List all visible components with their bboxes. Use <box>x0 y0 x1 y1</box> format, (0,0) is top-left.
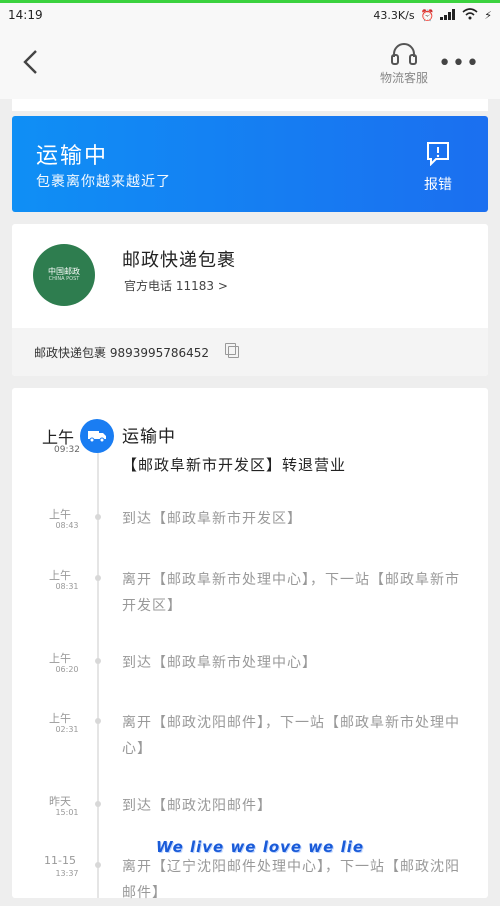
charging-icon: ⚡ <box>484 9 492 22</box>
report-error-button[interactable]: 报错 <box>420 140 456 194</box>
event-time: 08:31 <box>55 582 79 591</box>
more-dots-icon: ••• <box>438 51 480 76</box>
official-phone-label: 官方电话 11183 <box>124 279 214 293</box>
event-dot <box>95 862 101 868</box>
event-time: 15:01 <box>55 808 79 817</box>
alarm-icon: ⏰ <box>420 9 435 22</box>
nav-bar: 物流客服 ••• <box>0 29 500 99</box>
status-subtitle: 包裹离你越来越近了 <box>36 174 171 190</box>
carrier-name: 邮政快递包裹 <box>122 250 236 271</box>
signal-icon <box>440 8 456 23</box>
logo-text-en: CHINA POST <box>48 276 80 282</box>
event-dot <box>95 575 101 581</box>
event-dot <box>95 801 101 807</box>
event-dot <box>95 718 101 724</box>
event-text: 到达【邮政沈阳邮件】 <box>122 798 272 814</box>
event-title: 运输中 <box>122 427 176 447</box>
back-button[interactable] <box>22 49 46 79</box>
chevron-left-icon <box>23 50 37 74</box>
event-day: 11-15 <box>44 854 76 867</box>
event-day: 昨天 <box>49 795 71 808</box>
truck-badge <box>80 419 114 453</box>
event-time: 13:37 <box>55 869 79 878</box>
status-icons: 43.3K/s ⏰ ⚡ <box>373 8 492 23</box>
truck-icon <box>88 431 106 443</box>
event-day: 上午 <box>49 712 71 725</box>
event-text: 离开【邮政沈阳邮件】，下一站【邮政阜新市处理中心】 <box>122 715 460 757</box>
report-label: 报错 <box>424 177 452 193</box>
event-dot <box>95 514 101 520</box>
event-day: 上午 <box>49 508 71 521</box>
wifi-icon <box>462 8 478 23</box>
event-text: 离开【辽宁沈阳邮件处理中心】，下一站【邮政沈阳邮件】 <box>122 859 460 901</box>
event-text: 到达【邮政阜新市开发区】 <box>122 511 302 527</box>
more-menu-button[interactable]: ••• <box>438 51 480 76</box>
status-bar: 14:19 43.3K/s ⏰ ⚡ <box>0 3 500 29</box>
network-speed: 43.3K/s <box>373 9 415 22</box>
event-detail: 【邮政阜新市开发区】转退营业 <box>122 456 347 474</box>
status-title: 运输中 <box>36 144 109 169</box>
headset-icon <box>391 43 417 65</box>
event-time: 08:43 <box>55 521 79 530</box>
watermark-text: We live we love we lie <box>156 838 365 856</box>
china-post-logo: 中国邮政 CHINA POST <box>33 244 95 306</box>
event-time: 06:20 <box>55 665 79 674</box>
copy-icon[interactable] <box>225 343 239 358</box>
report-icon <box>427 142 449 167</box>
status-time: 14:19 <box>8 8 43 22</box>
customer-service-button[interactable]: 物流客服 <box>372 41 436 86</box>
event-time: 09:32 <box>54 445 80 455</box>
timeline-card: 上午 09:32 运输中 【邮政阜新市开发区】转退营业 上午 08:43 到达【… <box>12 388 488 901</box>
event-text: 离开【邮政阜新市处理中心】，下一站【邮政阜新市开发区】 <box>122 572 460 614</box>
customer-service-label: 物流客服 <box>379 71 428 85</box>
package-card: 中国邮政 CHINA POST 邮政快递包裹 官方电话 11183 > 邮政快递… <box>12 224 488 376</box>
tracking-number: 邮政快递包裹 9893995786452 <box>34 346 210 360</box>
chevron-right-icon: > <box>217 279 228 293</box>
event-day: 上午 <box>49 652 71 665</box>
official-phone-link[interactable]: 官方电话 11183 > <box>124 277 228 294</box>
event-dot <box>95 658 101 664</box>
card-edge <box>12 99 488 111</box>
event-time: 02:31 <box>55 725 79 734</box>
event-day: 上午 <box>49 569 71 582</box>
status-card: 运输中 包裹离你越来越近了 报错 <box>12 116 488 212</box>
tracking-row: 邮政快递包裹 9893995786452 <box>12 328 488 376</box>
logo-text-cn: 中国邮政 <box>48 267 80 276</box>
event-text: 到达【邮政阜新市处理中心】 <box>122 655 317 671</box>
